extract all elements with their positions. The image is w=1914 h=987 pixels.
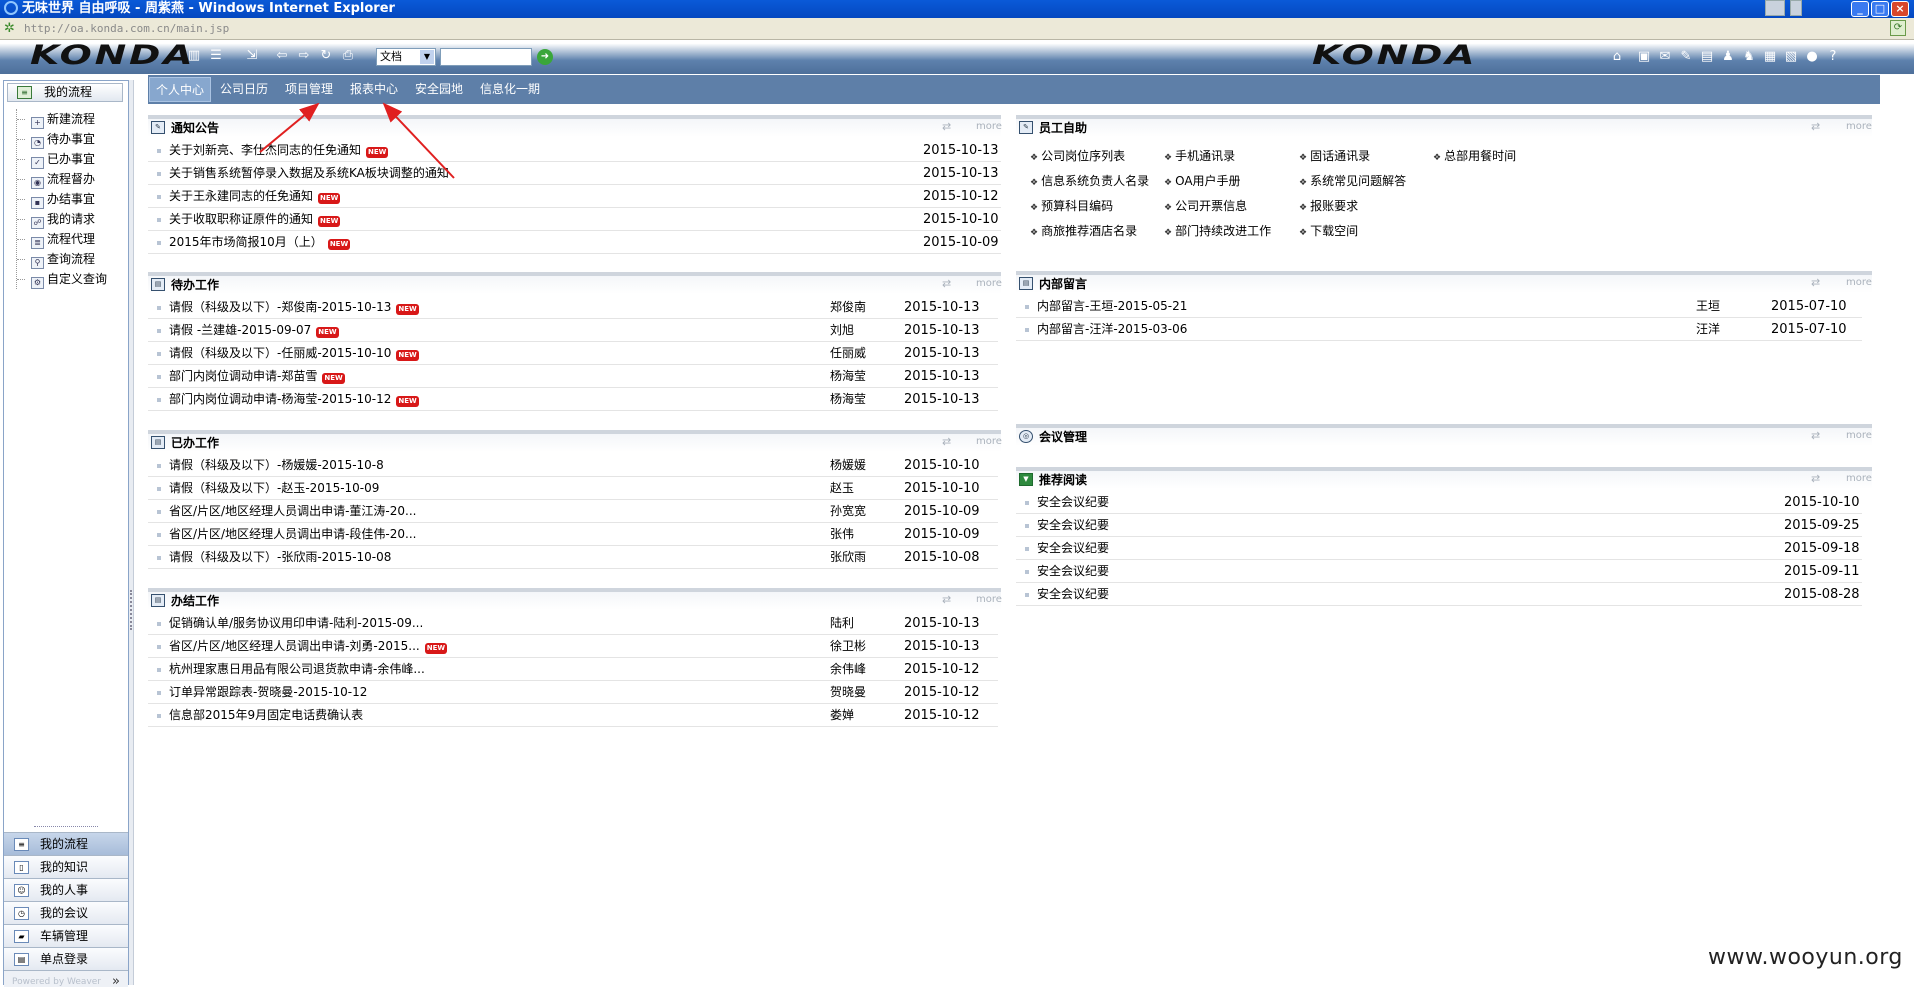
arrow-to-report-tab [382, 102, 455, 179]
annotation-arrows [259, 102, 455, 179]
arrow-to-project-tab [259, 102, 320, 153]
oa-main-page: 无味世界 自由呼吸 - 周紫燕 - Windows Internet Explo… [0, 0, 1914, 987]
watermark: www.wooyun.org [1708, 945, 1903, 970]
